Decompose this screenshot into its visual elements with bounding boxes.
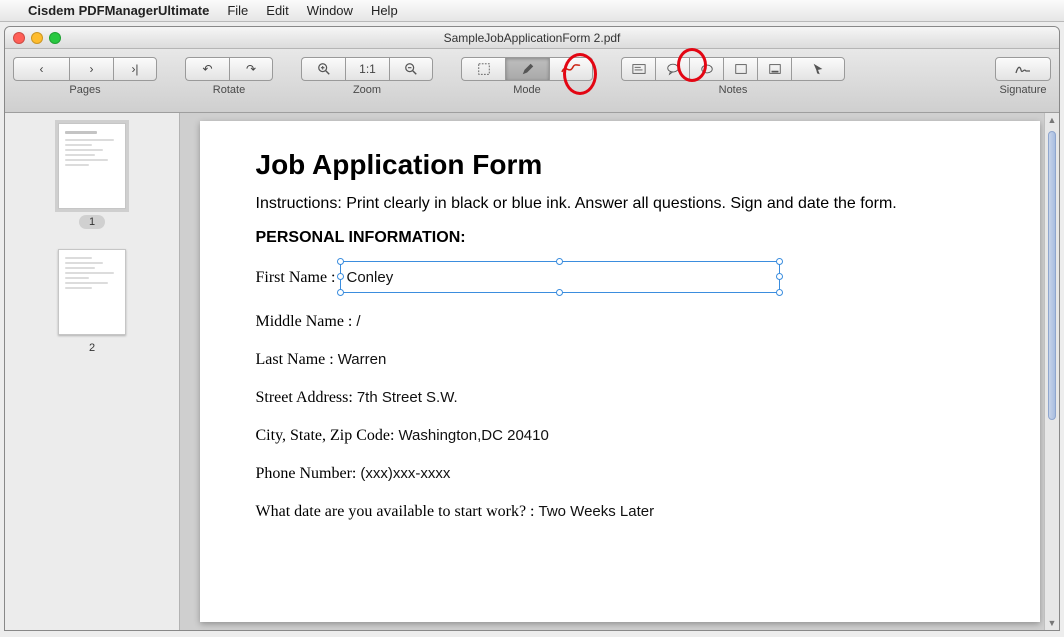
mode-edit-button[interactable]	[505, 57, 549, 81]
rotate-ccw-icon: ↶	[202, 63, 212, 75]
zoom-out-button[interactable]	[389, 57, 433, 81]
selected-text-annotation[interactable]: Conley	[340, 261, 780, 293]
note-rect-button[interactable]	[723, 57, 757, 81]
toolbar-group-label: Zoom	[353, 84, 381, 96]
field-value: Washington,DC 20410	[398, 427, 548, 444]
app-window: SampleJobApplicationForm 2.pdf ‹ › ›| Pa…	[4, 26, 1060, 631]
rotate-cw-button[interactable]: ↷	[229, 57, 273, 81]
resize-handle[interactable]	[337, 289, 344, 296]
mode-select-button[interactable]	[461, 57, 505, 81]
toolbar-group-label: Mode	[513, 84, 541, 96]
field-label: First Name :	[256, 269, 336, 287]
highlight-icon	[768, 62, 782, 76]
pencil-icon	[521, 62, 535, 76]
doc-instructions: Instructions: Print clearly in black or …	[256, 195, 984, 213]
field-label: What date are you available to start wor…	[256, 503, 535, 521]
pdf-viewer[interactable]: Job Application Form Instructions: Print…	[180, 113, 1059, 630]
speech-bubble-icon	[666, 62, 680, 76]
rotate-ccw-button[interactable]: ↶	[185, 57, 229, 81]
skip-end-icon: ›|	[131, 63, 138, 75]
zoom-in-button[interactable]	[301, 57, 345, 81]
resize-handle[interactable]	[776, 289, 783, 296]
doc-title: Job Application Form	[256, 149, 984, 181]
resize-handle[interactable]	[776, 258, 783, 265]
chevron-right-icon: ›	[90, 63, 94, 75]
signature-icon	[1014, 62, 1032, 76]
resize-handle[interactable]	[556, 258, 563, 265]
section-heading: PERSONAL INFORMATION:	[256, 229, 984, 247]
vertical-scrollbar[interactable]: ▲ ▼	[1044, 113, 1059, 630]
resize-handle[interactable]	[337, 273, 344, 280]
menu-file[interactable]: File	[227, 3, 248, 18]
note-comment-button[interactable]	[655, 57, 689, 81]
textbox-icon	[632, 62, 646, 76]
field-label: Middle Name :	[256, 313, 353, 331]
toolbar-group-label: Pages	[69, 84, 100, 96]
chevron-left-icon: ‹	[40, 63, 44, 75]
zoom-fit-label: 1:1	[359, 62, 376, 76]
field-value: Two Weeks Later	[539, 503, 655, 520]
field-value: (xxx)xxx-xxxx	[360, 465, 450, 482]
toolbar-group-label: Notes	[719, 84, 748, 96]
app-menu[interactable]: Cisdem PDFManagerUltimate	[28, 3, 209, 18]
titlebar: SampleJobApplicationForm 2.pdf	[5, 27, 1059, 49]
page-thumbnail[interactable]: 2	[58, 249, 126, 355]
pointer-icon	[811, 62, 825, 76]
toolbar-group-label: Signature	[999, 84, 1046, 96]
field-label: Phone Number:	[256, 465, 357, 483]
note-highlight-button[interactable]	[757, 57, 791, 81]
marquee-select-icon	[477, 62, 491, 76]
freehand-icon	[561, 63, 581, 75]
zoom-out-icon	[404, 62, 418, 76]
next-page-button[interactable]: ›	[69, 57, 113, 81]
note-arrow-button[interactable]	[791, 57, 845, 81]
toolbar: ‹ › ›| Pages ↶ ↷ Rotate 1:1	[5, 49, 1059, 113]
mode-freehand-button[interactable]	[549, 57, 593, 81]
resize-handle[interactable]	[556, 289, 563, 296]
rotate-cw-icon: ↷	[246, 63, 256, 75]
zoom-actual-button[interactable]: 1:1	[345, 57, 389, 81]
menu-edit[interactable]: Edit	[266, 3, 288, 18]
scrollbar-thumb[interactable]	[1048, 131, 1056, 420]
rectangle-icon	[734, 62, 748, 76]
last-page-button[interactable]: ›|	[113, 57, 157, 81]
menu-window[interactable]: Window	[307, 3, 353, 18]
toolbar-group-label: Rotate	[213, 84, 245, 96]
field-label: Street Address:	[256, 389, 353, 407]
thumbnails-sidebar: 1 2	[5, 113, 180, 630]
page-thumbnail[interactable]: 1	[58, 123, 126, 229]
resize-handle[interactable]	[776, 273, 783, 280]
resize-handle[interactable]	[337, 258, 344, 265]
field-value: /	[356, 313, 360, 330]
field-label: Last Name :	[256, 351, 334, 369]
ellipse-icon	[700, 62, 714, 76]
system-menubar: Cisdem PDFManagerUltimate File Edit Wind…	[0, 0, 1064, 22]
scroll-up-icon[interactable]: ▲	[1045, 115, 1059, 125]
zoom-in-icon	[317, 62, 331, 76]
field-label: City, State, Zip Code:	[256, 427, 395, 445]
note-textbox-button[interactable]	[621, 57, 655, 81]
thumbnail-page-number: 2	[79, 341, 105, 355]
prev-page-button[interactable]: ‹	[13, 57, 69, 81]
field-value: 7th Street S.W.	[357, 389, 458, 406]
signature-button[interactable]	[995, 57, 1051, 81]
scroll-down-icon[interactable]: ▼	[1045, 618, 1059, 628]
field-value: Conley	[347, 269, 394, 286]
window-title: SampleJobApplicationForm 2.pdf	[5, 31, 1059, 45]
pdf-page: Job Application Form Instructions: Print…	[200, 121, 1040, 622]
thumbnail-page-number: 1	[79, 215, 105, 229]
field-value: Warren	[338, 351, 387, 368]
menu-help[interactable]: Help	[371, 3, 398, 18]
note-ellipse-button[interactable]	[689, 57, 723, 81]
